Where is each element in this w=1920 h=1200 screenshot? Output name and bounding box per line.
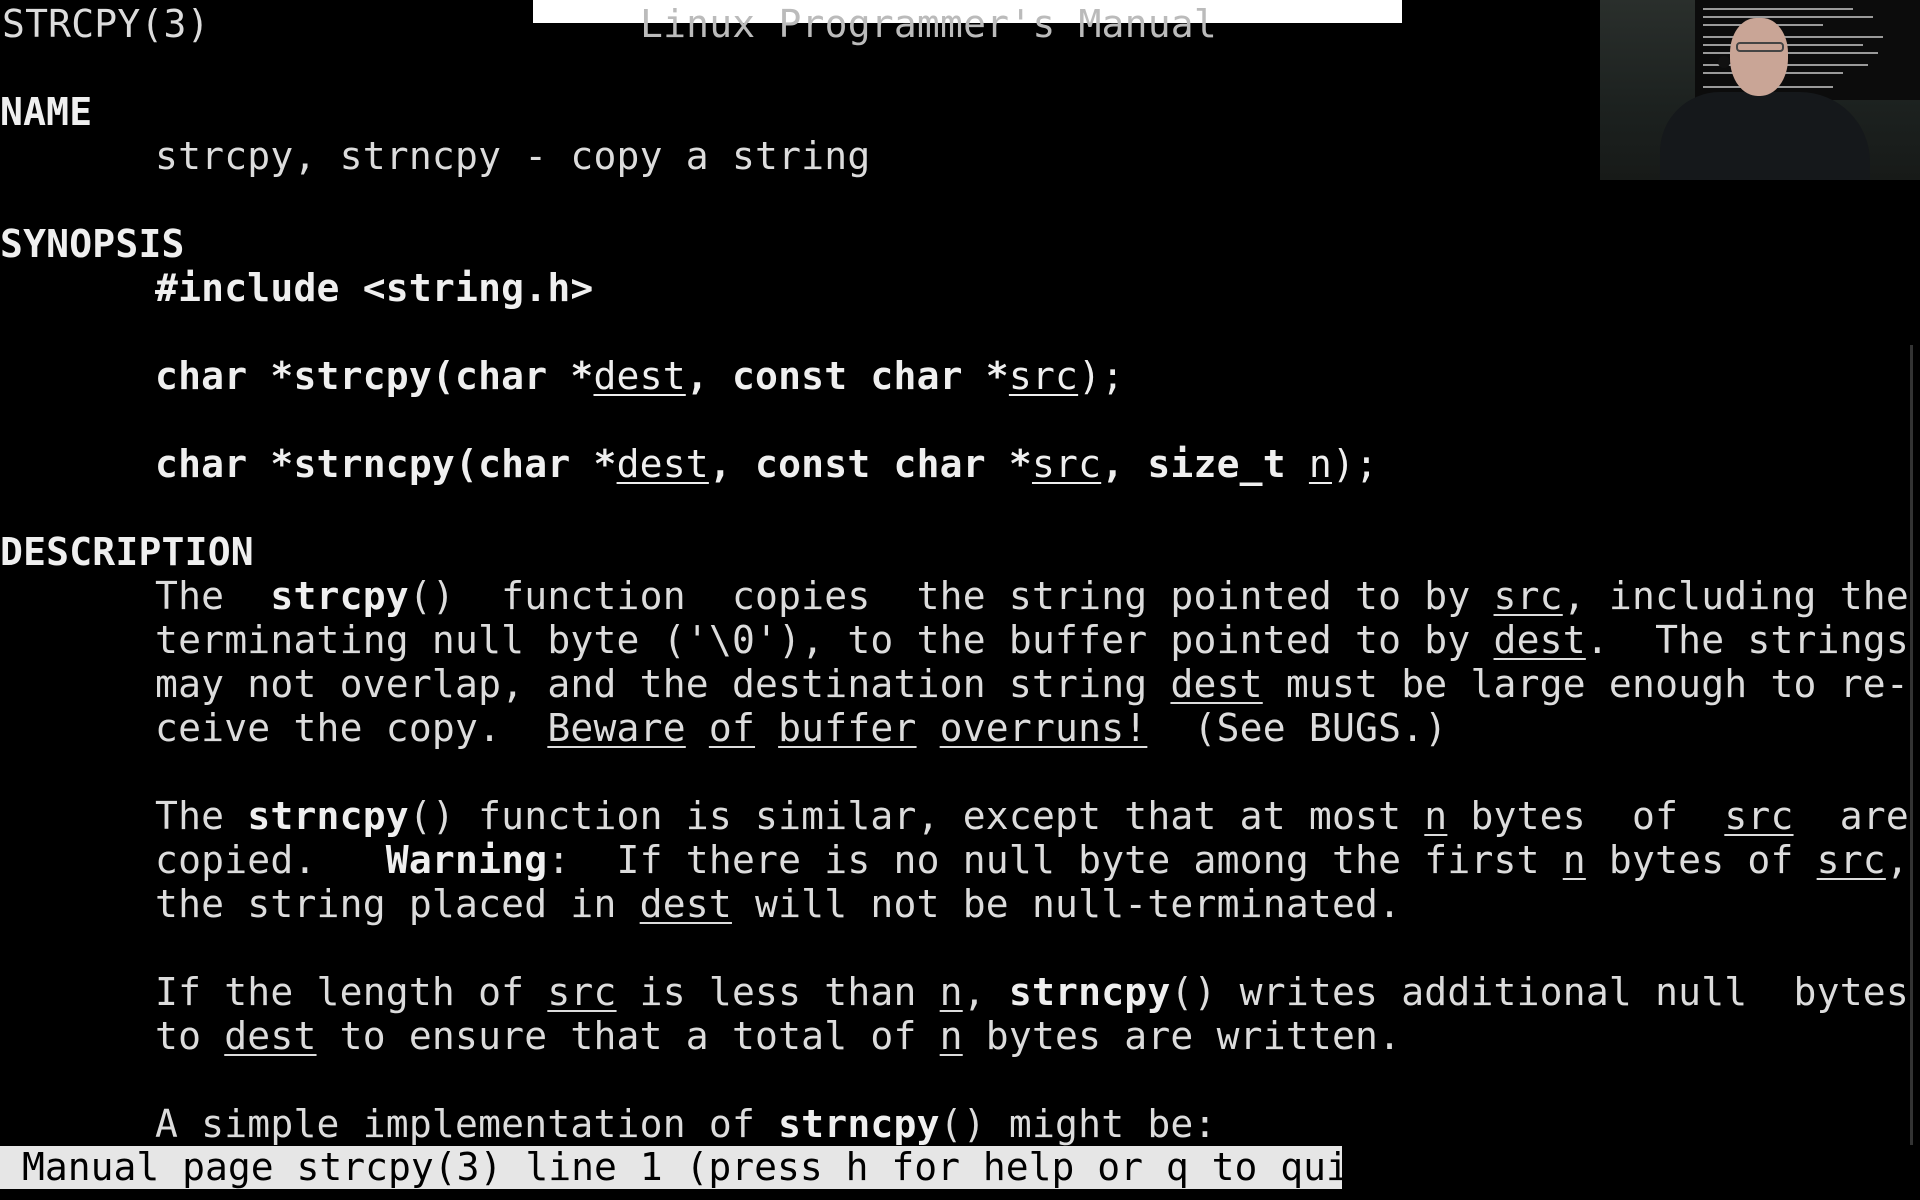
presenter-head — [1730, 18, 1788, 96]
p1l2-b: . The strings — [1585, 618, 1909, 662]
desc-p2-line1: The strncpy() function is similar, excep… — [155, 794, 1909, 838]
desc-p2-line3: the string placed in dest will not be nu… — [155, 882, 1401, 926]
strncpy-prototype: char *strncpy(char *dest, const char *sr… — [155, 442, 1378, 486]
webcam-background-screen — [1695, 0, 1920, 100]
p2l2-d: , — [1885, 838, 1909, 882]
p2l1-c: bytes of — [1447, 794, 1725, 838]
proto2-part-b: , const char * — [708, 442, 1032, 486]
desc-p1-line3: may not overlap, and the destination str… — [155, 662, 1909, 706]
desc-p1-line4: ceive the copy. Beware of buffer overrun… — [155, 706, 1447, 750]
p4l1-fn: strncpy — [778, 1102, 940, 1146]
p2l2-b: : If there is no null byte among the fir… — [547, 838, 1563, 882]
p2l3-b: will not be null-terminated. — [731, 882, 1402, 926]
desc-p4-line1: A simple implementation of strncpy() mig… — [155, 1102, 1217, 1146]
proto2-part-a: char *strncpy(char * — [155, 442, 617, 486]
p3l2-n: n — [939, 1014, 963, 1058]
proto1-part-a: char *strcpy(char * — [155, 354, 594, 398]
p3l2-dest: dest — [224, 1014, 317, 1058]
name-heading: NAME — [0, 90, 93, 134]
proto1-src: src — [1008, 354, 1079, 398]
p2l2-c: bytes of — [1585, 838, 1817, 882]
p2l1-b: () function is similar, except that at m… — [408, 794, 1425, 838]
p2l1-a: The — [155, 794, 248, 838]
webcam-overlay — [1600, 0, 1920, 180]
p1l4-w3: buffer — [778, 706, 917, 750]
p3l1-n: n — [939, 970, 963, 1014]
p2l2-a: copied. — [155, 838, 386, 882]
p2l1-d: are — [1793, 794, 1909, 838]
screen-text-line — [1703, 16, 1873, 18]
p1l4-a: ceive the copy. — [155, 706, 548, 750]
p3l1-c: , — [962, 970, 1009, 1014]
man-page-terminal[interactable]: STRCPY(3) Linux Programmer's Manual NAME… — [0, 0, 1920, 1200]
p1l4-w2: of — [708, 706, 756, 750]
p1l1-c: , including the — [1562, 574, 1909, 618]
p3l1-fn: strncpy — [1008, 970, 1171, 1014]
proto2-part-c: , size_t — [1101, 442, 1309, 486]
headset-mic-icon — [1718, 56, 1730, 68]
proto2-n: n — [1308, 442, 1332, 486]
p1l3-b: must be large enough to re- — [1262, 662, 1909, 706]
strcpy-prototype: char *strcpy(char *dest, const char *src… — [155, 354, 1124, 398]
p4l1-a: A simple implementation of — [155, 1102, 779, 1146]
p4l1-b: () might be: — [939, 1102, 1217, 1146]
scrollbar[interactable] — [1910, 345, 1913, 1145]
p1l4-b: (See BUGS.) — [1147, 706, 1448, 750]
proto2-dest: dest — [616, 442, 709, 486]
p2l1-src: src — [1724, 794, 1794, 838]
p1l2-dest: dest — [1493, 618, 1586, 662]
p1l1-b: () function copies the string pointed to… — [408, 574, 1494, 618]
p3l2-a: to — [155, 1014, 225, 1058]
desc-p2-line2: copied. Warning: If there is no null byt… — [155, 838, 1909, 882]
p1l4-w4: overruns! — [939, 706, 1148, 750]
include-line: #include <string.h> — [155, 266, 594, 310]
p2l3-a: the string placed in — [155, 882, 640, 926]
screen-text-line — [1703, 36, 1883, 38]
desc-p3-line1: If the length of src is less than n, str… — [155, 970, 1909, 1014]
presenter-glasses — [1736, 42, 1784, 52]
proto1-part-c: ); — [1078, 354, 1125, 398]
p3l1-b: is less than — [616, 970, 940, 1014]
proto1-part-b: , const char * — [685, 354, 1009, 398]
p2l1-n: n — [1424, 794, 1448, 838]
p2l2-src: src — [1816, 838, 1886, 882]
presenter-body — [1660, 92, 1870, 180]
p1l3-dest: dest — [1170, 662, 1263, 706]
p1l1-src: src — [1493, 574, 1563, 618]
p1l2-a: terminating null byte ('\0'), to the buf… — [155, 618, 1494, 662]
desc-p1-line2: terminating null byte ('\0'), to the buf… — [155, 618, 1909, 662]
p1l1-fn: strcpy — [270, 574, 409, 618]
proto1-dest: dest — [593, 354, 686, 398]
proto2-part-d: ); — [1331, 442, 1379, 486]
screen-text-line — [1703, 8, 1853, 10]
p2l3-dest: dest — [639, 882, 732, 926]
desc-p3-line2: to dest to ensure that a total of n byte… — [155, 1014, 1401, 1058]
synopsis-heading: SYNOPSIS — [0, 222, 185, 266]
p2l1-fn: strncpy — [247, 794, 409, 838]
p3l1-src: src — [547, 970, 617, 1014]
p3l2-c: bytes are written. — [962, 1014, 1402, 1058]
p3l1-a: If the length of — [155, 970, 548, 1014]
p1l4-w1: Beware — [547, 706, 686, 750]
pager-status-bar: Manual page strcpy(3) line 1 (press h fo… — [0, 1146, 1395, 1189]
page-center-title: Linux Programmer's Manual — [640, 2, 1217, 46]
p3l1-d: () writes additional null bytes — [1170, 970, 1909, 1014]
p3l2-b: to ensure that a total of — [316, 1014, 940, 1058]
page-id: STRCPY(3) — [2, 2, 210, 46]
p2l2-n: n — [1562, 838, 1586, 882]
description-heading: DESCRIPTION — [0, 530, 254, 574]
proto2-src: src — [1031, 442, 1102, 486]
p1l1-a: The — [155, 574, 271, 618]
p2l2-warn: Warning — [385, 838, 548, 882]
p1l3-a: may not overlap, and the destination str… — [155, 662, 1171, 706]
desc-p1-line1: The strcpy() function copies the string … — [155, 574, 1909, 618]
name-text: strcpy, strncpy - copy a string — [155, 134, 871, 178]
